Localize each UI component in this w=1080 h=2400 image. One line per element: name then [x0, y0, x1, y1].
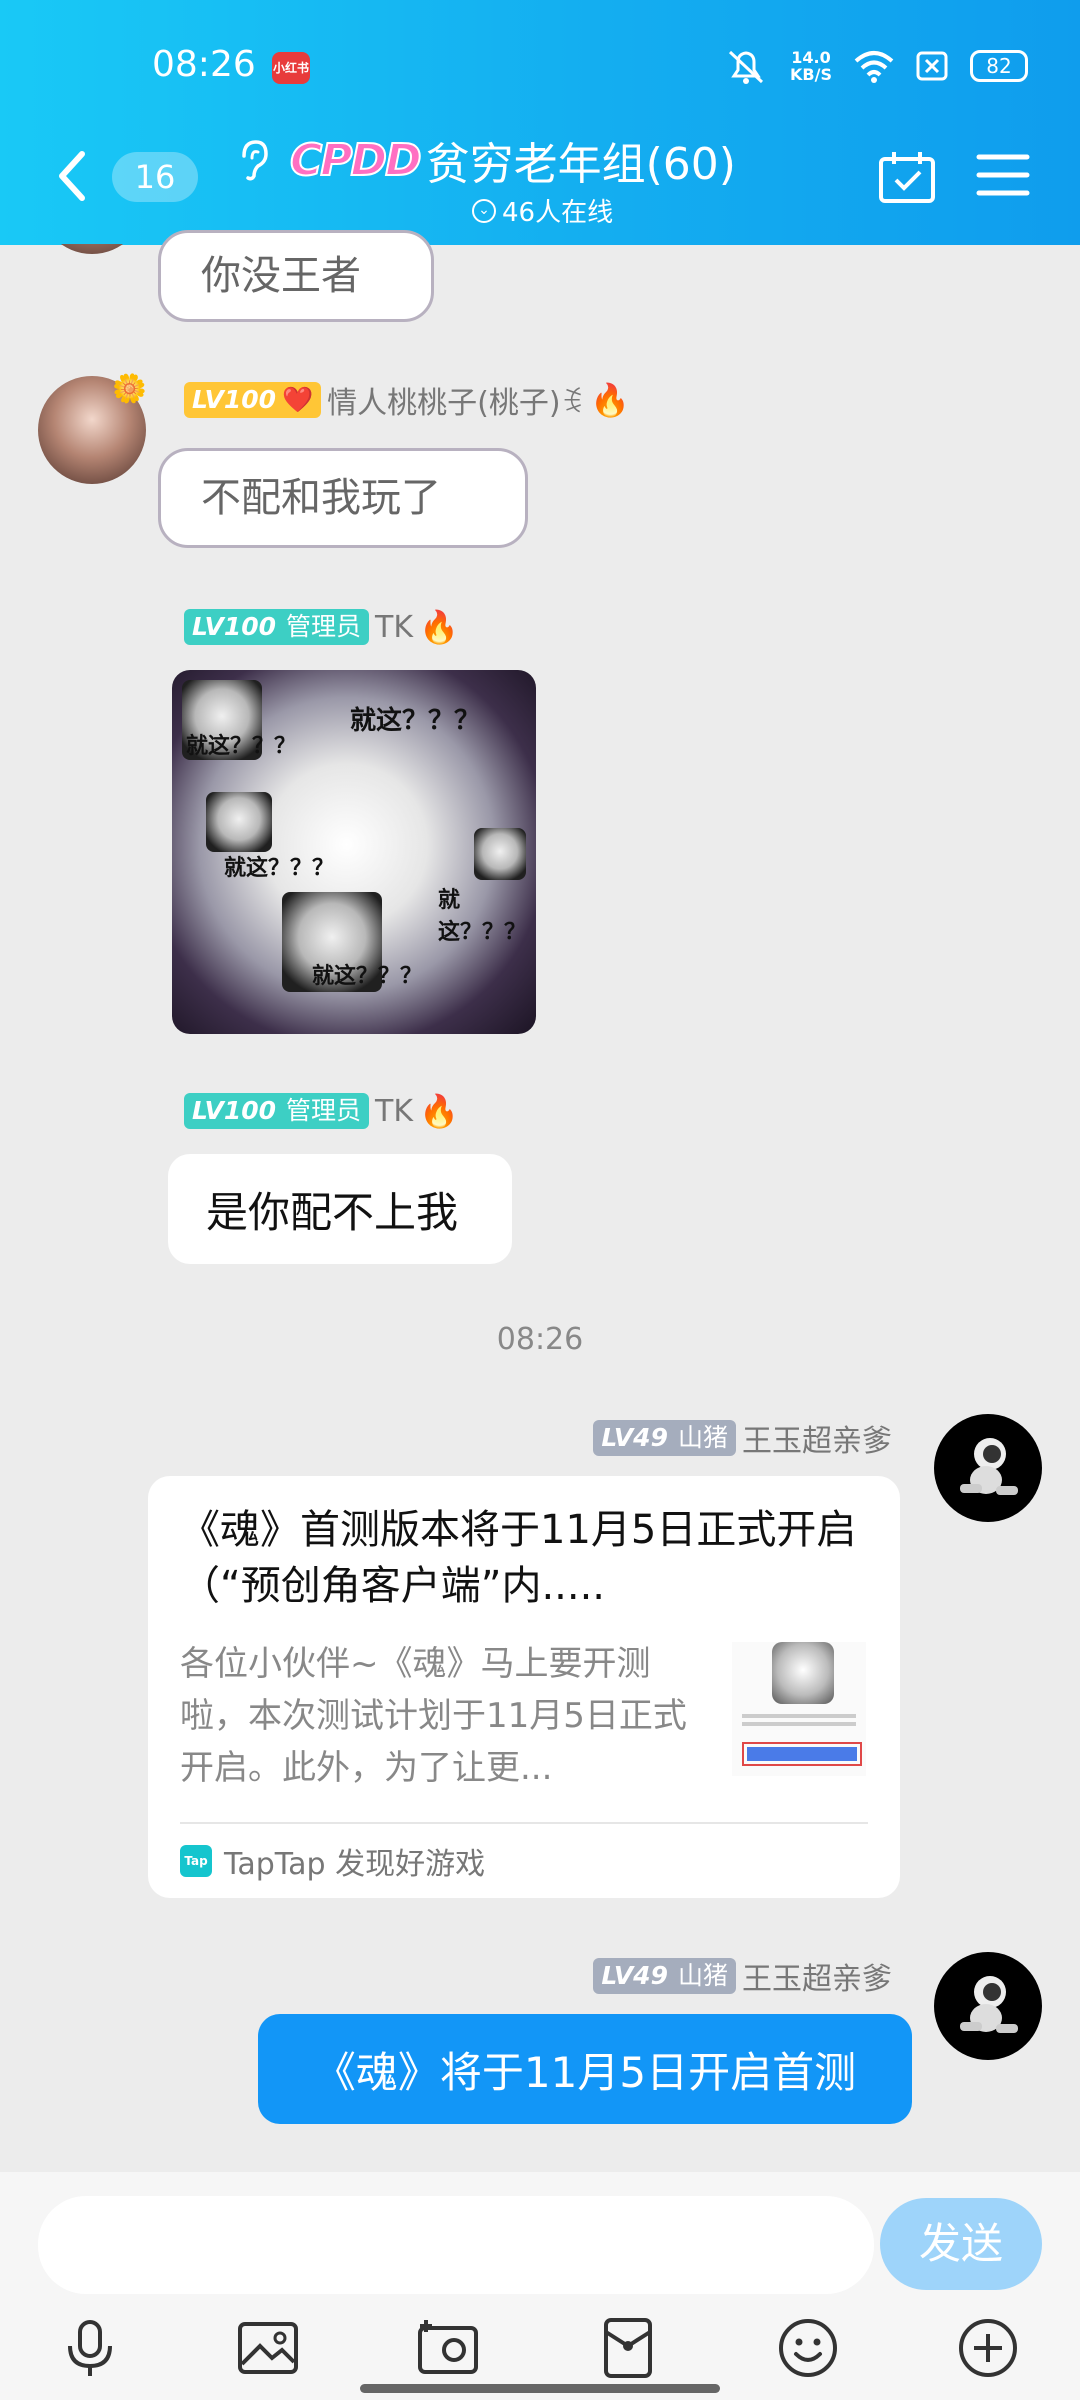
taptap-icon: Tap [180, 1845, 212, 1877]
flower-badge-icon: 🌼 [112, 372, 147, 405]
sender-name[interactable]: 王玉超亲爹 [742, 1416, 892, 1460]
sender-row: LV49 山猪 王玉超亲爹 [593, 1954, 892, 1998]
online-count[interactable]: ⌄ 46人在线 [472, 192, 613, 229]
share-description: 各位小伙伴~《魂》马上要开测啦，本次测试计划于11月5日正式开启。此外，为了让更… [180, 1644, 687, 1788]
status-icons: 14.0 KB/S 82 [724, 44, 1028, 88]
meme-image[interactable]: 就这？？？ 就这？？？ 就这？？？ 就这？？？ 就这？？？ [172, 670, 536, 1034]
avatar[interactable] [934, 1414, 1042, 1522]
send-button[interactable]: 发送 [880, 2198, 1042, 2290]
calendar-check-icon[interactable] [878, 150, 936, 204]
online-count-label: 46人在线 [502, 198, 614, 228]
card-divider [180, 1822, 868, 1824]
avatar[interactable] [934, 1952, 1042, 2060]
sim-off-icon [916, 51, 948, 81]
thumb-text-lines [742, 1714, 856, 1728]
mute-icon [729, 50, 764, 84]
cpdd-logo: CPDD [289, 134, 423, 187]
message-bubble[interactable]: 是你配不上我 [168, 1154, 512, 1264]
meme-caption: 就这？？？ [224, 856, 335, 881]
chat-header: 08:26 小红书 14.0 KB/S 82 16 CPDD 贫穷老年组(60) … [0, 0, 1080, 245]
thumb-button [742, 1742, 862, 1766]
meme-caption: 就这？？？ [350, 706, 481, 736]
sender-row: LV49 山猪 王玉超亲爹 [593, 1416, 892, 1460]
fire-icon: 🔥 [590, 381, 630, 419]
admin-badge: 管理员 [286, 1096, 362, 1125]
camera-icon[interactable] [416, 2316, 480, 2380]
sticker-bubble[interactable]: 你没王者 [158, 230, 434, 322]
level-badge: LV49 山猪 [593, 1420, 736, 1456]
game-thumbnail [732, 1642, 866, 1776]
message-text: 不配和我玩了 [201, 475, 441, 521]
message-text: 是你配不上我 [206, 1187, 459, 1237]
image-icon[interactable] [236, 2316, 300, 2380]
title-badge: 山猪 [677, 1961, 728, 1990]
sender-name[interactable]: TK [375, 610, 413, 645]
net-speed: 14.0 KB/S [790, 48, 832, 84]
status-time: 08:26 [152, 44, 256, 85]
sender-name[interactable]: 情人桃桃子(桃子)ꉂ [327, 378, 584, 422]
title-badge: 山猪 [677, 1423, 728, 1452]
fire-icon: 🔥 [419, 608, 459, 646]
time-divider: 08:26 [496, 1322, 584, 1357]
sender-name[interactable]: 王玉超亲爹 [742, 1954, 892, 1998]
menu-icon[interactable] [976, 152, 1030, 198]
share-title: 《魂》首测版本将于11月5日正式开启（“预创角客户端”内..... [180, 1507, 857, 1609]
level-badge: LV100 管理员 [184, 609, 370, 645]
ear-icon[interactable] [236, 138, 270, 182]
message-text: 《魂》将于11月5日开启首测 [313, 2047, 857, 2097]
emoji-icon[interactable] [776, 2316, 840, 2380]
level-badge: LV49 山猪 [593, 1958, 736, 1994]
sticker-bubble[interactable]: 不配和我玩了 [158, 448, 528, 548]
meme-face [206, 792, 272, 852]
source-label: TapTap 发现好游戏 [224, 1847, 486, 1882]
game-logo [772, 1642, 834, 1704]
sender-row: LV100 管理员 TK 🔥 [184, 1092, 459, 1130]
group-title: 贫穷老年组(60) [425, 139, 736, 190]
share-source: Tap TapTap 发现好游戏 [180, 1836, 485, 1886]
meme-caption: 就这？？？ [438, 888, 527, 945]
sender-row: LV100 ❤️ 情人桃桃子(桃子)ꉂ 🔥 [184, 378, 630, 422]
meme-face [474, 828, 526, 880]
unread-count-badge[interactable]: 16 [112, 152, 198, 202]
astronaut-icon [960, 1438, 1018, 1495]
message-text: 你没王者 [201, 253, 361, 299]
level-badge: LV100 管理员 [184, 1093, 370, 1129]
xiaohongshu-notification-icon: 小红书 [272, 52, 310, 84]
astronaut-icon [960, 1976, 1018, 2033]
group-title-area[interactable]: CPDD 贫穷老年组(60) [289, 128, 736, 192]
sender-row: LV100 管理员 TK 🔥 [184, 608, 459, 646]
home-indicator[interactable] [360, 2384, 720, 2393]
meme-caption: 就这？？？ [186, 734, 297, 759]
admin-badge: 管理员 [286, 612, 362, 641]
red-packet-icon[interactable] [596, 2316, 660, 2380]
message-bubble-self[interactable]: 《魂》将于11月5日开启首测 [258, 2014, 912, 2124]
level-badge: LV100 ❤️ [184, 382, 322, 418]
sender-name[interactable]: TK [375, 1094, 413, 1129]
battery-indicator: 82 [970, 50, 1028, 82]
wifi-icon [854, 51, 894, 83]
fire-icon: 🔥 [419, 1092, 459, 1130]
mic-icon[interactable] [58, 2316, 122, 2380]
plus-icon[interactable] [956, 2316, 1020, 2380]
message-input[interactable] [38, 2196, 874, 2294]
meme-caption: 就这？？？ [312, 964, 423, 989]
chevron-down-icon: ⌄ [472, 198, 496, 223]
back-icon[interactable] [52, 146, 92, 206]
shared-link-card[interactable]: 《魂》首测版本将于11月5日正式开启（“预创角客户端”内..... 各位小伙伴~… [148, 1476, 900, 1898]
